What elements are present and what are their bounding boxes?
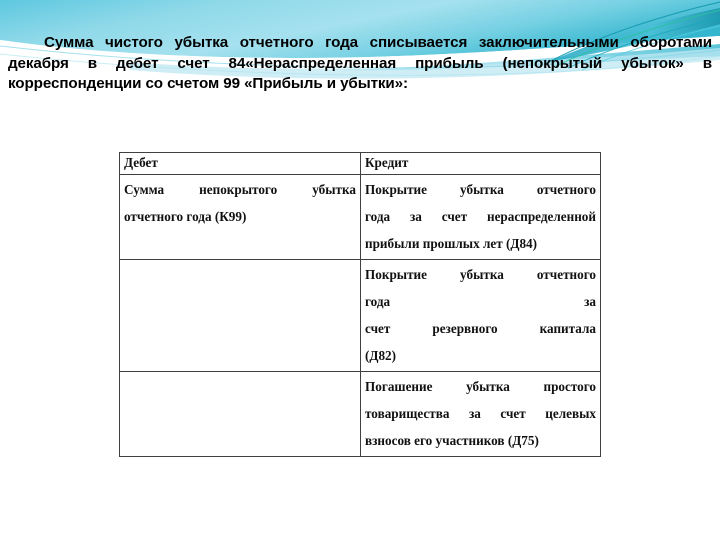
- cell-text-line: взносов его участников (Д75): [365, 433, 539, 448]
- table-row: Сумма непокрытого убытка отчетного года (…: [119, 174, 601, 260]
- cell-text-line: счет резервного капитала: [365, 321, 596, 336]
- cell-text-line: отчетного года (К99): [124, 209, 247, 224]
- cell-debit-text: Сумма непокрытого убытка отчетного года (…: [124, 176, 356, 230]
- intro-paragraph: Сумма чистого убытка отчетного года спис…: [8, 34, 717, 92]
- cell-credit: Покрытие убытка отчетного года за счет рез…: [360, 259, 601, 372]
- accounting-entries-table: Дебет Кредит Сумма непокрытого убытка отч…: [119, 152, 601, 457]
- cell-text-line: Покрытие убытка отчетного: [365, 182, 596, 197]
- cell-text-line: Покрытие убытка отчетного: [365, 267, 596, 282]
- cell-text-line: Погашение убытка простого: [365, 379, 596, 394]
- cell-credit-text: Погашение убытка простого товарищества за…: [365, 373, 596, 454]
- table-row: Покрытие убытка отчетного года за счет рез…: [119, 259, 601, 372]
- column-header-debit: Дебет: [119, 152, 361, 175]
- cell-debit: [119, 259, 361, 372]
- cell-text-line: Сумма непокрытого убытка: [124, 182, 356, 197]
- cell-text-line: года за: [365, 294, 596, 309]
- cell-credit-text: Покрытие убытка отчетного года за счет рез…: [365, 261, 596, 369]
- cell-debit: [119, 371, 361, 457]
- cell-credit-text: Покрытие убытка отчетного года за счет не…: [365, 176, 596, 257]
- cell-text-line: года за счет нераспределенной: [365, 209, 596, 224]
- column-header-credit: Кредит: [360, 152, 601, 175]
- cell-debit: Сумма непокрытого убытка отчетного года (…: [119, 174, 361, 260]
- cell-credit: Покрытие убытка отчетного года за счет не…: [360, 174, 601, 260]
- cell-text-line: товарищества за счет целевых: [365, 406, 596, 421]
- cell-credit: Погашение убытка простого товарищества за…: [360, 371, 601, 457]
- cell-text-line: прибыли прошлых лет (Д84): [365, 236, 538, 251]
- table-header-row: Дебет Кредит: [119, 152, 601, 175]
- cell-text-line: (Д82): [365, 348, 397, 363]
- table-row: Погашение убытка простого товарищества за…: [119, 371, 601, 457]
